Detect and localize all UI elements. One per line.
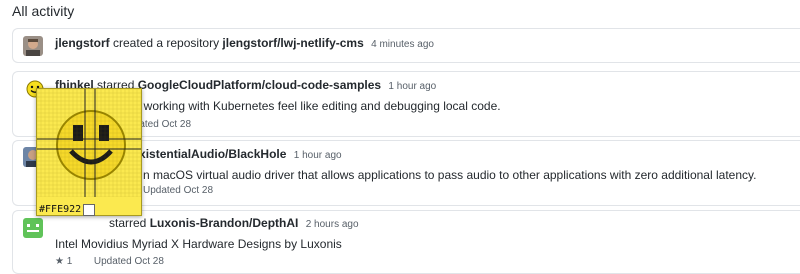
updated-label: Updated Oct 28 — [93, 256, 164, 267]
identicon-avatar[interactable] — [23, 218, 43, 238]
color-swatch — [83, 203, 96, 216]
color-picker-magnifier[interactable]: # FFE922 — [36, 88, 142, 216]
repo-description: ake working with Kubernetes feel like ed… — [121, 99, 501, 113]
repo-link[interactable]: jlengstorf/lwj-netlify-cms — [222, 36, 363, 50]
actor-link[interactable]: jlengstorf — [55, 36, 110, 50]
magnified-smiley-icon — [37, 89, 141, 197]
activity-text: d ExistentialAudio/BlackHole 1 hour ago — [121, 147, 342, 161]
activity-text: starred Luxonis-Brandon/DepthAI 2 hours … — [109, 216, 359, 230]
timestamp: 4 minutes ago — [371, 39, 434, 50]
updated-label: Updated Oct 28 — [143, 185, 214, 196]
user-photo-avatar[interactable] — [23, 36, 43, 56]
activity-item: jlengstorf created a repository jlengsto… — [12, 28, 800, 63]
repo-meta: ★ 1 Updated Oct 28 — [55, 256, 164, 267]
repo-link[interactable]: GoogleCloudPlatform/cloud-code-samples — [138, 78, 381, 92]
hex-value: FFE922 — [45, 204, 82, 215]
page-title: All activity — [12, 3, 75, 19]
repo-description: n macOS virtual audio driver that allows… — [143, 168, 757, 182]
timestamp: 2 hours ago — [305, 219, 359, 230]
activity-text: jlengstorf created a repository jlengsto… — [55, 36, 434, 50]
repo-link[interactable]: ExistentialAudio/BlackHole — [131, 147, 286, 161]
activity-item: starred Luxonis-Brandon/DepthAI 2 hours … — [12, 210, 800, 274]
timestamp: 1 hour ago — [388, 81, 437, 92]
repo-link[interactable]: Luxonis-Brandon/DepthAI — [150, 216, 299, 230]
repo-description: Intel Movidius Myriad X Hardware Designs… — [55, 237, 342, 251]
timestamp: 1 hour ago — [293, 150, 342, 161]
star-count: 1 — [66, 256, 73, 267]
hex-readout: # FFE922 — [39, 203, 96, 216]
star-icon: ★ — [55, 256, 64, 267]
